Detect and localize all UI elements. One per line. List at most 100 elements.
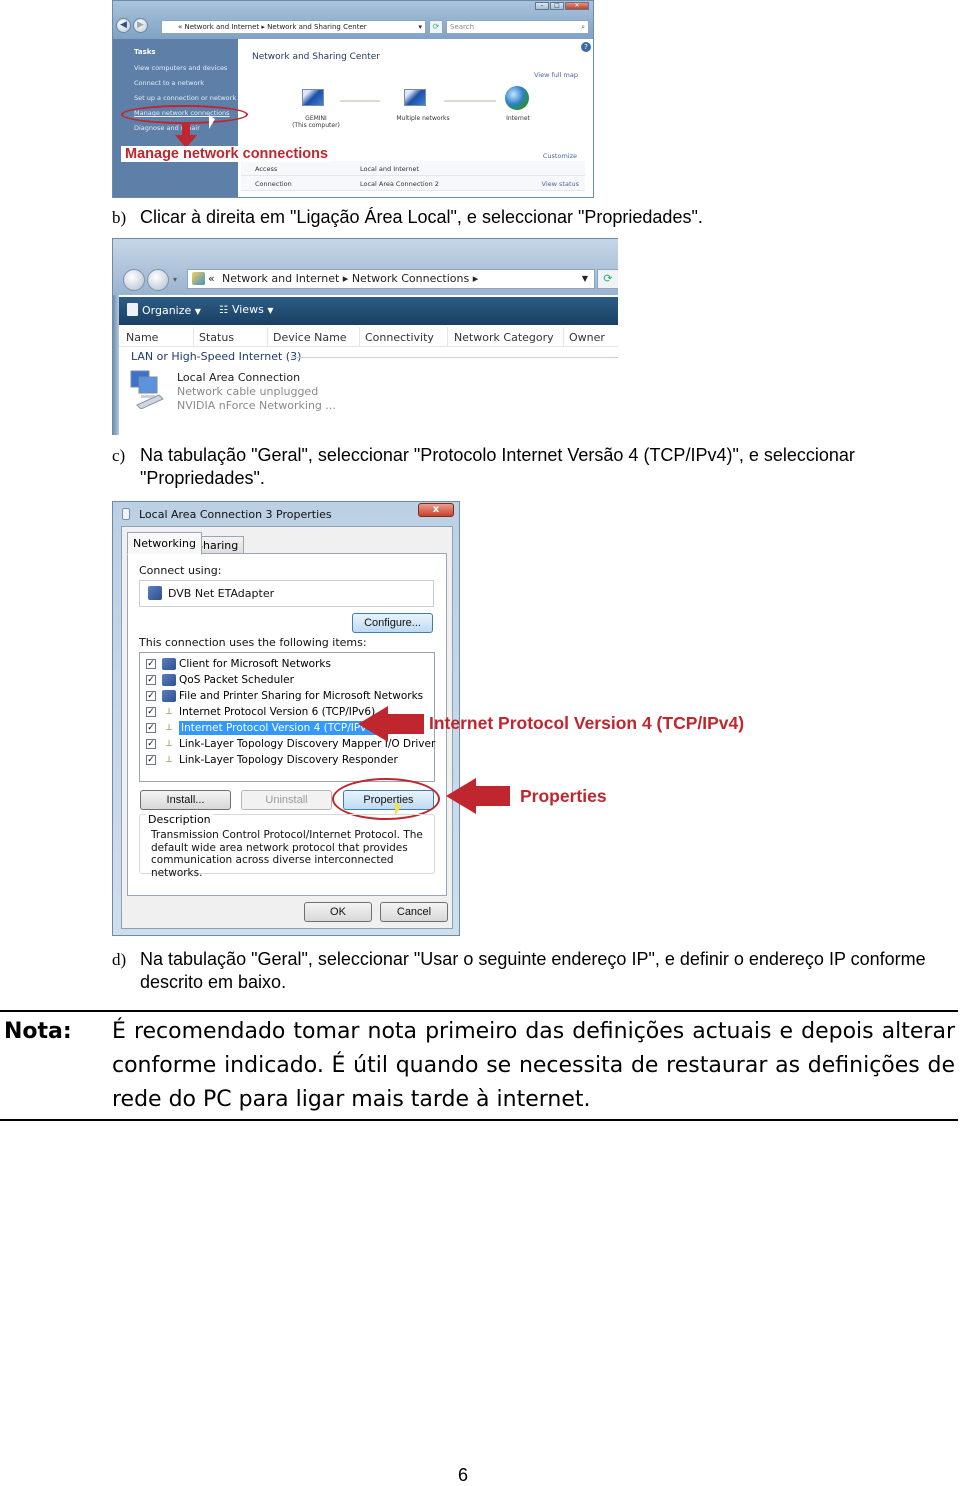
network-details-table: Access Local and Internet Connection Loc… — [241, 161, 585, 191]
note-label: Nota: — [4, 1019, 72, 1044]
close-button[interactable]: x — [418, 503, 454, 517]
network-sharing-center-screenshot: – □ ✕ ◀ ▶ « Network and Internet ▸ Netwo… — [112, 0, 594, 198]
node-sublabel: (This computer) — [292, 122, 340, 129]
view-full-map-link[interactable]: View full map — [534, 71, 578, 79]
breadcrumb-item[interactable]: Network and Sharing Center — [267, 23, 367, 31]
ok-button[interactable]: OK — [304, 902, 372, 922]
organize-icon — [127, 303, 138, 316]
uninstall-button[interactable]: Uninstall — [241, 790, 332, 810]
command-toolbar: Organize ▼ ☷ Views ▼ — [119, 297, 618, 325]
step-text: Na tabulação "Geral", seleccionar "Usar … — [140, 949, 926, 992]
breadcrumb-item[interactable]: Network and Internet — [185, 23, 260, 31]
column-divider[interactable] — [267, 327, 268, 347]
node-this-computer: GEMINI (This computer) — [288, 115, 344, 129]
page-title: Network and Sharing Center — [252, 52, 380, 62]
protocol-icon: ⊥ — [165, 739, 173, 749]
connection-name[interactable]: Local Area Connection — [177, 371, 300, 384]
adapter-field: DVB Net ETAdapter — [139, 580, 434, 607]
column-header[interactable]: Owner — [569, 331, 605, 344]
item-label: Internet Protocol Version 6 (TCP/IPv6) — [179, 706, 376, 718]
column-header[interactable]: Connectivity — [365, 331, 434, 344]
forward-button[interactable]: ▶ — [133, 18, 148, 33]
search-input[interactable]: Search ⌕ — [446, 20, 589, 34]
hand-cursor-icon — [209, 115, 215, 129]
back-button[interactable] — [123, 269, 145, 291]
customize-link[interactable]: Customize — [543, 152, 577, 160]
computer-icon — [302, 89, 324, 106]
refresh-icon[interactable]: ⟳ — [597, 269, 618, 289]
column-header[interactable]: Device Name — [273, 331, 347, 344]
checkbox-checked[interactable]: ✓ — [146, 707, 156, 717]
task-link[interactable]: Connect to a network — [134, 79, 204, 87]
column-divider[interactable] — [193, 327, 194, 347]
items-label: This connection uses the following items… — [139, 636, 367, 649]
group-header[interactable]: LAN or High-Speed Internet (3) — [131, 350, 301, 363]
minimize-button[interactable]: – — [535, 2, 549, 10]
task-link[interactable]: View computers and devices — [134, 64, 227, 72]
item-label: File and Printer Sharing for Microsoft N… — [179, 690, 424, 702]
forward-button[interactable] — [147, 269, 169, 291]
chevron-down-icon[interactable]: ▼ — [582, 270, 588, 288]
note-top-rule — [0, 1010, 958, 1012]
checkbox-checked[interactable]: ✓ — [146, 723, 156, 733]
column-header[interactable]: Status — [199, 331, 234, 344]
install-button[interactable]: Install... — [140, 790, 231, 810]
maximize-button[interactable]: □ — [550, 2, 564, 10]
breadcrumb-item[interactable]: Network and Internet — [222, 272, 339, 285]
cancel-button[interactable]: Cancel — [380, 902, 448, 922]
chevron-down-icon[interactable]: ▾ — [418, 21, 422, 33]
list-item[interactable]: ✓ ⊥ Internet Protocol Version 6 (TCP/IPv… — [146, 705, 375, 719]
table-row: Connection Local Area Connection 2 View … — [241, 176, 585, 191]
window-controls: – □ ✕ — [535, 2, 589, 10]
highlight-ellipse — [121, 105, 248, 124]
recent-pages-icon[interactable]: ▾ — [173, 275, 177, 284]
list-item-selected[interactable]: ✓ ⊥ Internet Protocol Version 4 (TCP/IPv… — [146, 721, 380, 735]
views-label: Views — [231, 303, 264, 316]
help-icon[interactable]: ? — [581, 42, 591, 52]
description-label: Description — [146, 813, 213, 826]
list-item[interactable]: ✓ Client for Microsoft Networks — [146, 657, 331, 671]
row-label: Connection — [255, 180, 292, 188]
checkbox-checked[interactable]: ✓ — [146, 675, 156, 685]
configure-button[interactable]: Configure... — [352, 613, 433, 633]
network-adapter-icon — [130, 370, 164, 409]
column-divider[interactable] — [359, 327, 360, 347]
protocol-icon: ⊥ — [165, 707, 173, 717]
refresh-icon[interactable]: ⟳ — [429, 20, 443, 34]
checkbox-checked[interactable]: ✓ — [146, 659, 156, 669]
back-button[interactable]: ◀ — [116, 18, 131, 33]
close-button[interactable]: ✕ — [565, 2, 589, 10]
views-button[interactable]: ☷ Views ▼ — [219, 303, 273, 316]
manage-network-connections-callout: Manage network connections — [121, 146, 333, 162]
column-divider[interactable] — [563, 327, 564, 347]
address-bar[interactable]: « Network and Internet ▸ Network and Sha… — [161, 20, 426, 34]
column-header[interactable]: Network Category — [454, 331, 554, 344]
list-item[interactable]: ✓ File and Printer Sharing for Microsoft… — [146, 689, 423, 703]
item-label: Link-Layer Topology Discovery Responder — [179, 754, 398, 766]
address-bar[interactable]: « Network and Internet ▸ Network Connect… — [187, 269, 595, 289]
organize-button[interactable]: Organize ▼ — [127, 303, 201, 317]
task-link[interactable]: Set up a connection or network — [134, 94, 236, 102]
column-header[interactable]: Name — [126, 331, 158, 344]
tab-networking[interactable]: Networking — [127, 532, 202, 555]
page-number: 6 — [458, 1465, 469, 1485]
column-headers: Name Status Device Name Connectivity Net… — [119, 327, 618, 347]
view-status-link[interactable]: View status — [542, 180, 579, 188]
breadcrumb-item[interactable]: Network Connections — [352, 272, 469, 285]
checkbox-checked[interactable]: ✓ — [146, 691, 156, 701]
node-label: GEMINI — [305, 115, 327, 122]
list-item[interactable]: ✓ QoS Packet Scheduler — [146, 673, 294, 687]
dialog-title: Local Area Connection 3 Properties — [139, 508, 332, 521]
network-folder-icon — [192, 272, 205, 285]
item-label: Internet Protocol Version 4 (TCP/IPv4) — [179, 721, 380, 735]
connection-status: Network cable unplugged — [177, 385, 319, 398]
checkbox-checked[interactable]: ✓ — [146, 739, 156, 749]
views-icon: ☷ — [219, 305, 228, 316]
checkbox-checked[interactable]: ✓ — [146, 755, 156, 765]
connect-using-label: Connect using: — [139, 564, 222, 577]
network-connections-screenshot: ▾ « Network and Internet ▸ Network Conne… — [112, 238, 618, 435]
list-item[interactable]: ✓ ⊥ Link-Layer Topology Discovery Mapper… — [146, 737, 435, 751]
globe-icon — [505, 86, 529, 110]
column-divider[interactable] — [447, 327, 448, 347]
list-item[interactable]: ✓ ⊥ Link-Layer Topology Discovery Respon… — [146, 753, 398, 767]
